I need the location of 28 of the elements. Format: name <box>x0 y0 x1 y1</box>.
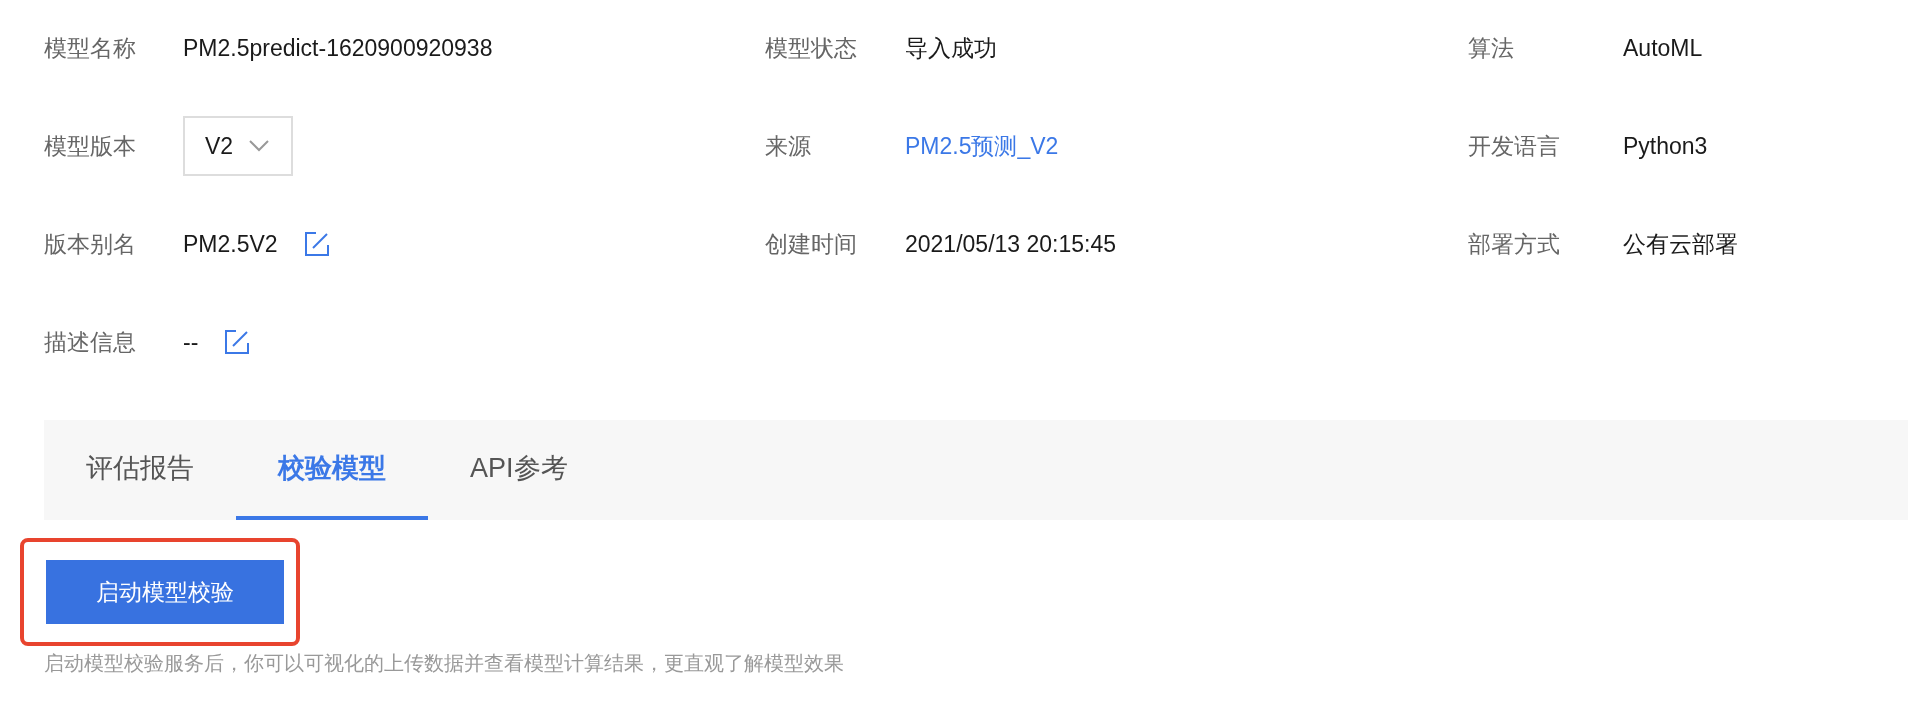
field-value: 导入成功 <box>905 33 997 63</box>
field-label: 版本别名 <box>44 229 137 259</box>
chevron-down-icon <box>249 140 270 152</box>
edit-icon[interactable] <box>224 329 251 355</box>
field-label: 算法 <box>1468 33 1515 63</box>
field-label: 模型版本 <box>44 131 137 161</box>
field-label: 部署方式 <box>1468 229 1561 259</box>
field-value: AutoML <box>1623 34 1703 62</box>
field-label: 创建时间 <box>765 229 858 259</box>
tab[interactable]: 校验模型 <box>236 420 428 520</box>
field-value: -- <box>183 328 199 356</box>
field-value: 公有云部署 <box>1623 229 1738 259</box>
version-select[interactable]: V2 <box>183 116 294 176</box>
field-value: 2021/05/13 20:15:45 <box>905 230 1117 258</box>
field-label: 模型名称 <box>44 33 137 63</box>
field-label: 模型状态 <box>765 33 858 63</box>
field-value: PM2.5predict-1620900920938 <box>183 34 493 62</box>
field-label: 描述信息 <box>44 327 137 357</box>
edit-icon[interactable] <box>303 231 330 257</box>
hint-text: 启动模型校验服务后，你可以可视化的上传数据并查看模型计算结果，更直观了解模型效果 <box>44 651 845 676</box>
source-link[interactable]: PM2.5预测_V2 <box>905 130 1059 162</box>
field-label: 来源 <box>765 131 812 161</box>
field-label: 开发语言 <box>1468 131 1561 161</box>
field-value: PM2.5V2 <box>183 230 278 258</box>
field-value: Python3 <box>1623 132 1708 160</box>
tab[interactable]: 评估报告 <box>86 420 236 520</box>
tab[interactable]: API参考 <box>428 420 610 520</box>
start-validation-button[interactable]: 启动模型校验 <box>46 560 284 624</box>
